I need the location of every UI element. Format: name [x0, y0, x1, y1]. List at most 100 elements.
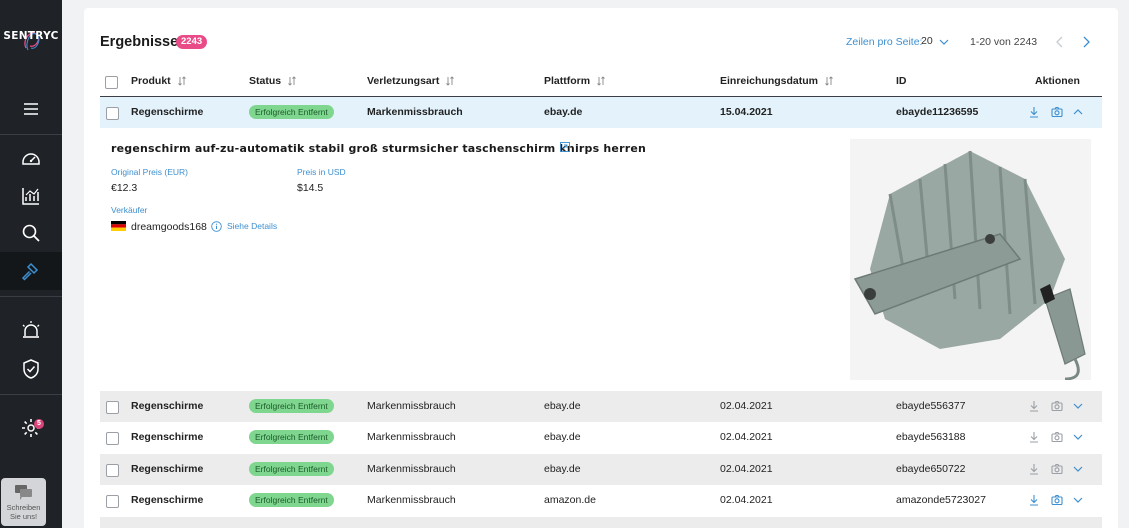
cell-product: Regenschirme [131, 106, 204, 118]
chat-button[interactable]: Schreiben Sie uns! [1, 478, 46, 526]
column-header-status[interactable]: Status [249, 75, 296, 87]
sort-icon[interactable] [597, 76, 605, 86]
select-all-checkbox[interactable] [105, 76, 118, 89]
cell-date: 15.04.2021 [720, 106, 773, 118]
settings-notification-badge: 5 [34, 419, 44, 429]
cell-platform: ebay.de [544, 400, 581, 412]
table-row[interactable]: Regenschirme Erfolgreich Entfernt Marken… [100, 485, 1102, 516]
sidebar-item-protection[interactable] [0, 350, 62, 388]
cell-violation: Markenmissbrauch [367, 106, 463, 118]
status-badge: Erfolgreich Entfernt [249, 430, 334, 444]
cell-platform: ebay.de [544, 431, 581, 443]
cell-product: Regenschirme [131, 494, 204, 506]
cell-violation: Markenmissbrauch [367, 400, 456, 412]
rows-per-page-label: Zeilen pro Seite: [846, 36, 923, 48]
table-row[interactable]: Regenschirme Erfolgreich Entfernt Marken… [100, 391, 1102, 422]
download-icon[interactable] [1028, 400, 1040, 412]
column-header-label: Produkt [131, 75, 171, 87]
sort-icon[interactable] [825, 76, 833, 86]
sidebar-item-enforcement[interactable] [0, 252, 62, 290]
cell-id: ebayde650722 [896, 463, 966, 475]
cell-product: Regenschirme [131, 463, 204, 475]
download-icon[interactable] [1028, 494, 1040, 506]
chevron-down-icon[interactable] [1072, 463, 1084, 475]
brand-logo[interactable]: SENTRYC [0, 30, 62, 42]
search-icon [22, 224, 40, 242]
status-badge: Erfolgreich Entfernt [249, 462, 334, 476]
cell-violation: Markenmissbrauch [367, 431, 456, 443]
chevron-left-icon[interactable] [1055, 36, 1065, 48]
status-badge: Erfolgreich Entfernt [249, 399, 334, 413]
row-checkbox[interactable] [106, 464, 119, 477]
status-badge: Erfolgreich Entfernt [249, 105, 334, 119]
column-header-actions: Aktionen [1035, 75, 1080, 87]
column-header-label: Status [249, 75, 282, 87]
chevron-down-icon[interactable] [939, 37, 949, 47]
sidebar-item-analytics[interactable] [0, 177, 62, 215]
chevron-down-icon[interactable] [1072, 494, 1084, 506]
cell-violation: Markenmissbrauch [367, 494, 456, 506]
chevron-right-icon[interactable] [1081, 36, 1091, 48]
row-checkbox[interactable] [106, 432, 119, 445]
table-row[interactable] [100, 517, 1102, 528]
row-detail-panel: regenschirm auf-zu-automatik stabil groß… [100, 128, 1102, 391]
chevron-down-icon[interactable] [1072, 400, 1084, 412]
hamburger-menu-icon [24, 103, 38, 115]
camera-icon[interactable] [1051, 400, 1063, 412]
download-icon[interactable] [1028, 106, 1040, 118]
sidebar-divider [0, 296, 62, 297]
row-checkbox[interactable] [106, 107, 119, 120]
download-icon[interactable] [1028, 463, 1040, 475]
sort-icon[interactable] [177, 76, 186, 86]
sort-icon[interactable] [446, 76, 455, 86]
chevron-down-icon[interactable] [1072, 431, 1084, 443]
download-icon[interactable] [1028, 431, 1040, 443]
column-header-date[interactable]: Einreichungsdatum [720, 75, 833, 87]
original-price-value: €12.3 [111, 182, 138, 194]
usd-price-value: $14.5 [297, 182, 324, 194]
cell-id: amazonde5723027 [896, 494, 986, 506]
status-badge: Erfolgreich Entfernt [249, 493, 334, 507]
info-icon[interactable] [211, 221, 222, 232]
sidebar-item-search[interactable] [0, 214, 62, 252]
sidebar-item-settings[interactable] [0, 409, 62, 447]
gauge-icon [22, 153, 40, 165]
table-row[interactable]: Regenschirme Erfolgreich Entfernt Marken… [100, 97, 1102, 128]
sidebar-item-menu[interactable] [0, 90, 62, 128]
column-header-violation[interactable]: Verletzungsart [367, 75, 455, 87]
column-header-label: Aktionen [1035, 75, 1080, 87]
sidebar-item-dashboard[interactable] [0, 139, 62, 177]
row-checkbox[interactable] [106, 401, 119, 414]
table-row[interactable]: Regenschirme Erfolgreich Entfernt Marken… [100, 422, 1102, 453]
pagination-range: 1-20 von 2243 [970, 36, 1038, 48]
cell-date: 02.04.2021 [720, 431, 773, 443]
sidebar-item-alerts[interactable] [0, 311, 62, 349]
column-header-label: ID [896, 75, 907, 87]
results-card: Ergebnisse 2243 Zeilen pro Seite: 20 1-2… [84, 8, 1118, 528]
column-header-product[interactable]: Produkt [131, 75, 186, 87]
camera-icon[interactable] [1051, 431, 1063, 443]
column-header-label: Plattform [544, 75, 591, 87]
cell-product: Regenschirme [131, 431, 204, 443]
sidebar-divider [0, 394, 62, 395]
row-checkbox[interactable] [106, 495, 119, 508]
usd-price-label: Preis in USD [297, 167, 346, 177]
rows-per-page-select[interactable]: 20 [921, 35, 933, 47]
product-image[interactable] [850, 139, 1091, 380]
chevron-up-icon[interactable] [1072, 106, 1084, 118]
cell-product: Regenschirme [131, 400, 204, 412]
external-link-icon[interactable] [560, 142, 570, 152]
camera-icon[interactable] [1051, 106, 1063, 118]
column-header-platform[interactable]: Plattform [544, 75, 605, 87]
cell-violation: Markenmissbrauch [367, 463, 456, 475]
chat-bubbles-icon [14, 485, 32, 500]
camera-icon[interactable] [1051, 494, 1063, 506]
table-row[interactable]: Regenschirme Erfolgreich Entfernt Marken… [100, 454, 1102, 485]
camera-icon[interactable] [1051, 463, 1063, 475]
column-header-id: ID [896, 75, 907, 87]
siren-icon [22, 321, 40, 338]
cell-date: 02.04.2021 [720, 494, 773, 506]
shield-check-icon [23, 359, 39, 379]
seller-details-link[interactable]: Siehe Details [227, 221, 277, 231]
sort-icon[interactable] [288, 76, 296, 86]
